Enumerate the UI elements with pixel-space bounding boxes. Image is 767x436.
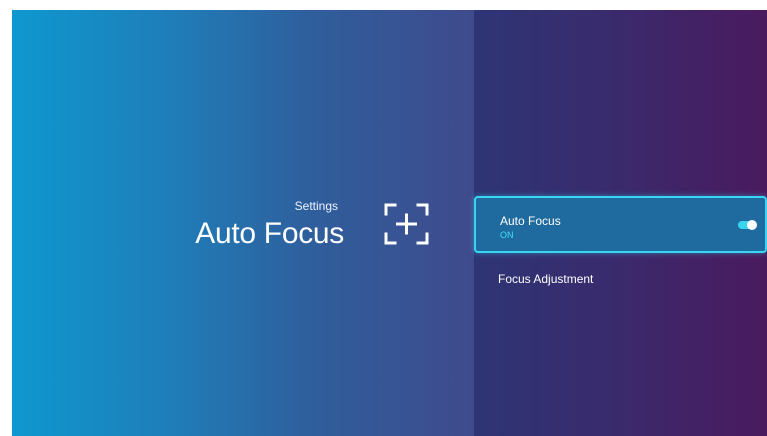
menu-item-value: ON [500, 230, 514, 240]
settings-screen: Settings Auto Focus Auto Focus ON Focus … [12, 10, 767, 436]
header-panel: Settings Auto Focus [12, 10, 474, 436]
auto-focus-toggle[interactable] [738, 220, 757, 230]
menu-item-label: Focus Adjustment [498, 272, 594, 286]
focus-frame-plus-icon [384, 203, 429, 245]
toggle-knob [747, 220, 757, 230]
menu-item-label: Auto Focus [500, 214, 561, 228]
menu-item-focus-adjustment[interactable]: Focus Adjustment [474, 263, 767, 295]
breadcrumb: Settings [294, 199, 338, 213]
page-title: Auto Focus [195, 217, 344, 250]
menu-item-auto-focus[interactable]: Auto Focus ON [474, 196, 767, 253]
